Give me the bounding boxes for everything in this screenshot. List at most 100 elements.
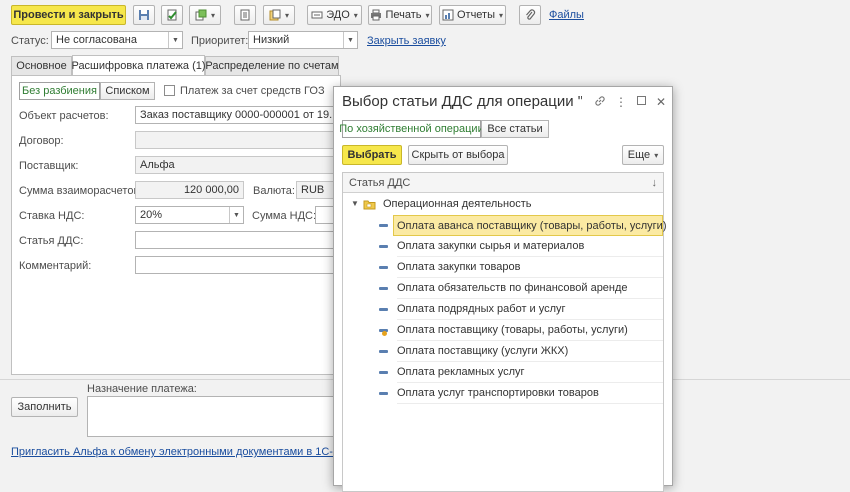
vat-sum-label: Сумма НДС: <box>252 210 317 222</box>
item-marked-icon <box>379 329 388 336</box>
vat-rate-label: Ставка НДС: <box>19 210 85 222</box>
status-label: Статус: <box>11 35 49 47</box>
supplier-value: Альфа <box>140 159 175 171</box>
status-select[interactable]: Не согласована ▼ <box>51 31 183 49</box>
list-item[interactable]: Оплата обязательств по финансовой аренде <box>343 278 663 299</box>
post-document-icon <box>166 9 178 21</box>
list-toggle[interactable]: Списком <box>100 82 155 100</box>
hide-from-selection-button[interactable]: Скрыть от выбора <box>408 145 508 165</box>
print-button[interactable]: Печать ▾ <box>368 5 432 25</box>
column-header-label: Статья ДДС <box>349 176 411 189</box>
list-icon <box>239 9 251 21</box>
tab-main[interactable]: Основное <box>11 56 72 75</box>
item-icon <box>379 350 388 353</box>
priority-value: Низкий <box>253 34 290 46</box>
currency-label: Валюта: <box>253 185 295 197</box>
contract-field[interactable] <box>135 131 341 149</box>
list-item-label: Оплата аванса поставщику (товары, работы… <box>393 215 667 236</box>
save-icon <box>138 9 150 21</box>
list-item[interactable]: Оплата подрядных работ и услуг <box>343 299 663 320</box>
list-item-label: Оплата поставщику (услуги ЖКХ) <box>397 341 663 362</box>
currency-value: RUB <box>301 184 325 196</box>
files-link[interactable]: Файлы <box>549 9 584 21</box>
sum-field: 120 000,00 <box>135 181 244 199</box>
invite-edo-link[interactable]: Пригласить Альфа к обмену электронными д… <box>11 446 357 458</box>
close-icon[interactable]: ✕ <box>656 95 666 110</box>
more-label: Еще <box>627 149 651 161</box>
list-item-label: Оплата подрядных работ и услуг <box>397 299 663 320</box>
close-request-link[interactable]: Закрыть заявку <box>367 35 446 47</box>
dds-select-dialog: Выбор статьи ДДС для операции "О... ⋮ ✕ … <box>333 86 673 492</box>
chevron-down-icon[interactable]: ▼ <box>343 32 357 48</box>
more-button[interactable]: Еще ▾ <box>622 145 664 165</box>
status-value: Не согласована <box>56 34 137 46</box>
select-button[interactable]: Выбрать <box>342 145 402 165</box>
attachments-menu-button[interactable]: ▾ <box>263 5 295 25</box>
save-button[interactable] <box>133 5 155 25</box>
list-item[interactable]: Оплата рекламных услуг <box>343 362 663 383</box>
paperclip-icon <box>524 9 536 21</box>
structure-button[interactable] <box>234 5 256 25</box>
post-button[interactable] <box>161 5 183 25</box>
supplier-label: Поставщик: <box>19 160 79 172</box>
chevron-down-icon: ▾ <box>353 10 358 20</box>
chevron-down-icon: ▾ <box>210 10 215 20</box>
filter-business-operation[interactable]: По хозяйственной операции <box>339 120 484 138</box>
priority-label: Приоритет: <box>191 35 249 47</box>
list-item-label: Оплата обязательств по финансовой аренде <box>397 278 663 299</box>
chevron-down-icon: ▾ <box>499 10 504 20</box>
vat-rate-select[interactable]: 20% ▼ <box>135 206 244 224</box>
filter-all-articles[interactable]: Все статьи <box>481 120 549 138</box>
goz-checkbox-label: Платеж за счет средств ГОЗ <box>180 85 325 97</box>
object-field[interactable]: Заказ поставщику 0000-000001 от 19.10.20 <box>135 106 341 124</box>
goz-checkbox[interactable] <box>164 85 175 96</box>
reports-label: Отчеты <box>456 9 495 21</box>
edo-icon <box>311 9 323 21</box>
item-icon <box>379 287 388 290</box>
chevron-down-icon: ▾ <box>284 10 289 20</box>
edo-label: ЭДО <box>326 9 350 21</box>
link-icon[interactable] <box>594 95 606 110</box>
reports-button[interactable]: Отчеты ▾ <box>439 5 506 25</box>
list-item[interactable]: Оплата услуг транспортировки товаров <box>343 383 663 404</box>
attach-file-button[interactable] <box>519 5 541 25</box>
dds-label: Статья ДДС: <box>19 235 84 247</box>
maximize-icon[interactable] <box>636 95 647 110</box>
edo-button[interactable]: ЭДО ▾ <box>307 5 362 25</box>
purpose-label: Назначение платежа: <box>87 383 197 395</box>
group-row[interactable]: ▼ Операционная деятельность <box>343 194 663 215</box>
item-icon <box>379 245 388 248</box>
no-split-toggle[interactable]: Без разбиения <box>19 82 100 100</box>
comment-label: Комментарий: <box>19 260 92 272</box>
dds-field[interactable] <box>135 231 341 249</box>
list-item-label: Оплата поставщику (товары, работы, услуг… <box>397 320 663 341</box>
list-item-label: Оплата закупки товаров <box>397 257 663 278</box>
list-item[interactable]: Оплата закупки сырья и материалов <box>343 236 663 257</box>
chevron-down-icon[interactable]: ▼ <box>229 207 243 223</box>
list-item[interactable]: Оплата аванса поставщику (товары, работы… <box>343 215 667 236</box>
tab-payment-details[interactable]: Расшифровка платежа (1) <box>71 55 206 75</box>
more-vert-icon[interactable]: ⋮ <box>615 95 627 110</box>
object-label: Объект расчетов: <box>19 110 109 122</box>
item-icon <box>379 308 388 311</box>
list-item-label: Оплата рекламных услуг <box>397 362 663 383</box>
priority-select[interactable]: Низкий ▼ <box>248 31 358 49</box>
group-label: Операционная деятельность <box>383 198 532 210</box>
tab-account-distribution[interactable]: Распределение по счетам <box>205 56 339 75</box>
purpose-textarea[interactable] <box>87 396 343 437</box>
column-header-dds[interactable]: Статья ДДС ↓ <box>343 173 663 193</box>
post-and-close-button[interactable]: Провести и закрыть <box>11 5 126 25</box>
comment-field[interactable] <box>135 256 341 274</box>
chevron-down-icon[interactable]: ▼ <box>168 32 182 48</box>
list-item[interactable]: Оплата поставщику (услуги ЖКХ) <box>343 341 663 362</box>
item-icon <box>379 224 388 227</box>
list-item[interactable]: Оплата закупки товаров <box>343 257 663 278</box>
create-based-icon <box>195 9 207 21</box>
sum-label: Сумма взаиморасчетов: <box>19 185 143 197</box>
list-item-label: Оплата закупки сырья и материалов <box>397 236 663 257</box>
item-icon <box>379 392 388 395</box>
fill-button[interactable]: Заполнить <box>11 397 78 417</box>
create-based-on-button[interactable]: ▾ <box>189 5 221 25</box>
list-item[interactable]: Оплата поставщику (товары, работы, услуг… <box>343 320 663 341</box>
triangle-down-icon[interactable]: ▼ <box>351 199 359 208</box>
